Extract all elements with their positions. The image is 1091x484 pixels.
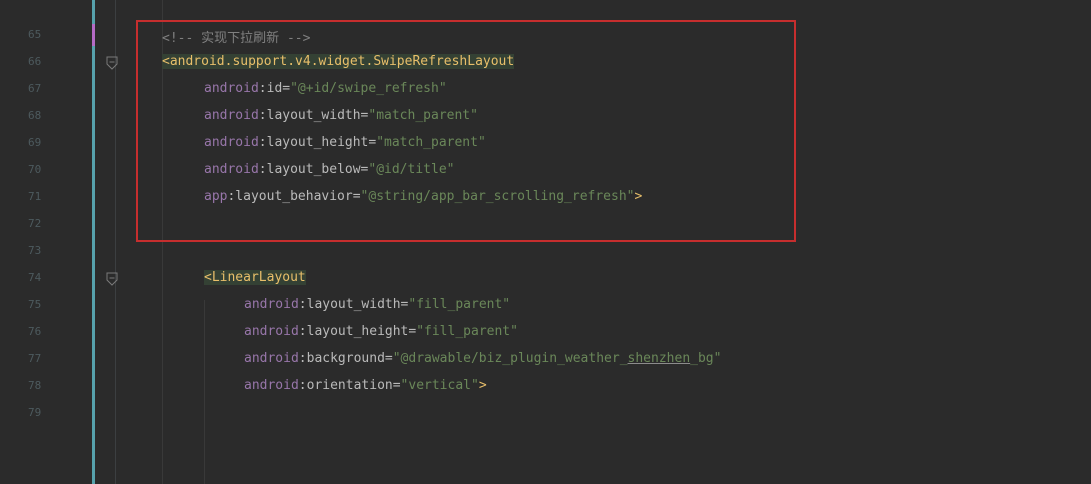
code-token: android — [244, 378, 299, 393]
fold-collapse-icon[interactable] — [106, 272, 118, 286]
line-number: 74 — [28, 271, 42, 284]
code-text: android:orientation="vertical"> — [244, 378, 487, 393]
code-line[interactable]: 73 — [0, 239, 1091, 266]
line-number: 77 — [28, 352, 42, 365]
code-token: "fill_parent" — [408, 297, 511, 312]
code-line[interactable]: 76 android:layout_height="fill_parent" — [0, 320, 1091, 347]
line-number: 79 — [28, 406, 42, 419]
line-number: 69 — [28, 136, 42, 149]
code-token: :orientation= — [298, 378, 401, 393]
line-number: 75 — [28, 298, 42, 311]
annotation-highlight-box — [136, 20, 796, 242]
fold-collapse-icon[interactable] — [106, 56, 118, 70]
code-token: "@drawable/biz_plugin_weather_ — [392, 351, 628, 366]
code-token: > — [478, 378, 487, 393]
line-number: 76 — [28, 325, 42, 338]
code-line[interactable]: 78 android:orientation="vertical"> — [0, 374, 1091, 401]
code-text: <LinearLayout — [204, 270, 306, 285]
code-token: :background= — [298, 351, 393, 366]
code-text: android:background="@drawable/biz_plugin… — [244, 351, 721, 366]
code-token: android — [244, 324, 299, 339]
code-token: android — [244, 351, 299, 366]
line-number: 66 — [28, 55, 42, 68]
line-number: 67 — [28, 82, 42, 95]
code-line[interactable]: 79 — [0, 401, 1091, 428]
code-token: android — [244, 297, 299, 312]
code-token: "fill_parent" — [416, 324, 518, 339]
code-text: android:layout_height="fill_parent" — [244, 324, 518, 339]
code-token: shenzhen — [627, 351, 691, 366]
line-number: 73 — [28, 244, 42, 257]
code-token: _bg" — [690, 351, 722, 366]
line-number: 71 — [28, 190, 42, 203]
line-number: 70 — [28, 163, 42, 176]
line-number: 78 — [28, 379, 42, 392]
code-line[interactable]: 75 android:layout_width="fill_parent" — [0, 293, 1091, 320]
code-text: android:layout_width="fill_parent" — [244, 297, 510, 312]
code-line[interactable]: 77 android:background="@drawable/biz_plug… — [0, 347, 1091, 374]
code-token: LinearLayout — [211, 270, 306, 285]
code-editor[interactable]: 65 <!-- 实现下拉刷新 --> 66 <android.support.v4.w… — [0, 0, 1091, 484]
code-token: "vertical" — [400, 378, 479, 393]
code-line[interactable]: 74 <LinearLayout — [0, 266, 1091, 293]
line-number: 65 — [28, 28, 42, 41]
code-token: :layout_height= — [298, 324, 417, 339]
code-token: < — [204, 270, 212, 285]
code-token: :layout_width= — [298, 297, 409, 312]
line-number: 68 — [28, 109, 42, 122]
line-number: 72 — [28, 217, 42, 230]
